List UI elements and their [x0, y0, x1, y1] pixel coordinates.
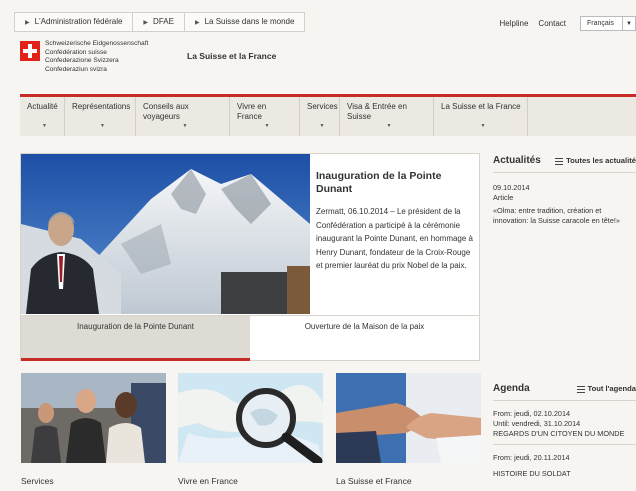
triangle-right-icon: ▶ — [25, 20, 30, 26]
service-links: Helpline Contact Français ▼ — [500, 16, 636, 31]
hero-image-mountain[interactable] — [21, 154, 310, 314]
triangle-right-icon: ▶ — [143, 20, 149, 26]
divider — [493, 400, 636, 401]
tile-image-vivre-en-france[interactable] — [178, 373, 323, 463]
hero-tab-pointe-dunant[interactable]: Inauguration de la Pointe Dunant — [21, 316, 250, 361]
main-nav: Actualité ▼ Représentations ▼ Conseils aux… — [20, 94, 636, 136]
agenda-heading: Agenda — [493, 383, 530, 394]
caret-down-icon: ▼ — [182, 122, 188, 129]
breadcrumb-item-dfae[interactable]: ▶ DFAE — [132, 12, 184, 32]
all-agenda-link[interactable]: Tout l'agenda — [576, 384, 636, 393]
agenda-item[interactable]: From: jeudi, 02.10.2014 Until: vendredi,… — [493, 409, 636, 439]
contact-link[interactable]: Contact — [538, 19, 566, 28]
site-title[interactable]: La Suisse et la France — [187, 51, 276, 61]
tile-label-services[interactable]: Services — [21, 476, 54, 486]
handshake-photo — [336, 373, 481, 463]
list-icon — [576, 385, 585, 393]
divider — [493, 443, 636, 445]
news-section: Actualités Toutes les actualité 09.10.20… — [493, 155, 636, 225]
caret-down-icon: ▼ — [100, 122, 105, 129]
services-photo — [21, 373, 166, 463]
hero-tabs: Inauguration de la Pointe Dunant Ouvertu… — [21, 315, 479, 361]
agenda-section: Agenda Tout l'agenda From: jeudi, 02.10.… — [493, 383, 636, 479]
hero-image-art — [21, 154, 310, 314]
all-news-link[interactable]: Toutes les actualité — [555, 156, 636, 165]
nav-item-representations[interactable]: Représentations ▼ — [65, 97, 136, 136]
nav-item-services[interactable]: Services ▼ — [300, 97, 340, 136]
nav-item-actualite[interactable]: Actualité ▼ — [20, 97, 65, 136]
news-title-link[interactable]: «Olma: entre tradition, création et inno… — [493, 206, 636, 225]
caret-down-icon: ▼ — [386, 122, 392, 129]
nav-item-visa[interactable]: Visa & Entrée en Suisse ▼ — [340, 97, 434, 136]
hero-title[interactable]: Inauguration de la Pointe Dunant — [316, 170, 476, 196]
news-date: 09.10.2014 — [493, 183, 530, 192]
chevron-down-icon: ▼ — [622, 16, 635, 31]
nav-item-conseils[interactable]: Conseils aux voyageurs ▼ — [136, 97, 230, 136]
breadcrumb-item-suisse-monde[interactable]: ▶ La Suisse dans le monde — [183, 12, 306, 32]
tile-label-suisse-france[interactable]: La Suisse et France — [336, 476, 412, 486]
language-select[interactable]: Français ▼ — [580, 16, 636, 31]
hero-body: Zermatt, 06.10.2014 – Le président de la… — [316, 207, 473, 270]
news-type: Article — [493, 192, 514, 202]
news-heading: Actualités — [493, 155, 541, 166]
hero-text: Inauguration de la Pointe Dunant Zermatt… — [316, 170, 476, 273]
magnifier-map-photo — [178, 373, 323, 463]
triangle-right-icon: ▶ — [194, 20, 200, 26]
tile-image-suisse-france[interactable] — [336, 373, 481, 463]
caret-down-icon: ▼ — [319, 122, 325, 129]
helpline-link[interactable]: Helpline — [500, 19, 529, 28]
swiss-cross-logo[interactable] — [20, 41, 40, 61]
federation-name: Schweizerische Eidgenossenschaft Confédé… — [45, 40, 149, 73]
caret-down-icon: ▼ — [480, 122, 486, 129]
breadcrumb: ▶ L'Administration fédérale ▶ DFAE ▶ La Sui… — [14, 12, 306, 32]
tile-image-services[interactable] — [21, 373, 166, 463]
tile-label-vivre-en-france[interactable]: Vivre en France — [178, 476, 238, 486]
caret-down-icon: ▼ — [42, 122, 47, 129]
agenda-item[interactable]: From: jeudi, 20.11.2014 HISTOIRE DU SOLD… — [493, 453, 636, 479]
nav-item-vivre-en-france[interactable]: Vivre en France ▼ — [230, 97, 300, 136]
caret-down-icon: ▼ — [264, 122, 270, 129]
divider — [493, 172, 636, 173]
nav-item-suisse-france[interactable]: La Suisse et la France ▼ — [434, 97, 528, 136]
hero-tab-maison-paix[interactable]: Ouverture de la Maison de la paix — [250, 316, 479, 361]
list-icon — [555, 157, 564, 165]
breadcrumb-item-administration[interactable]: ▶ L'Administration fédérale — [14, 12, 133, 32]
